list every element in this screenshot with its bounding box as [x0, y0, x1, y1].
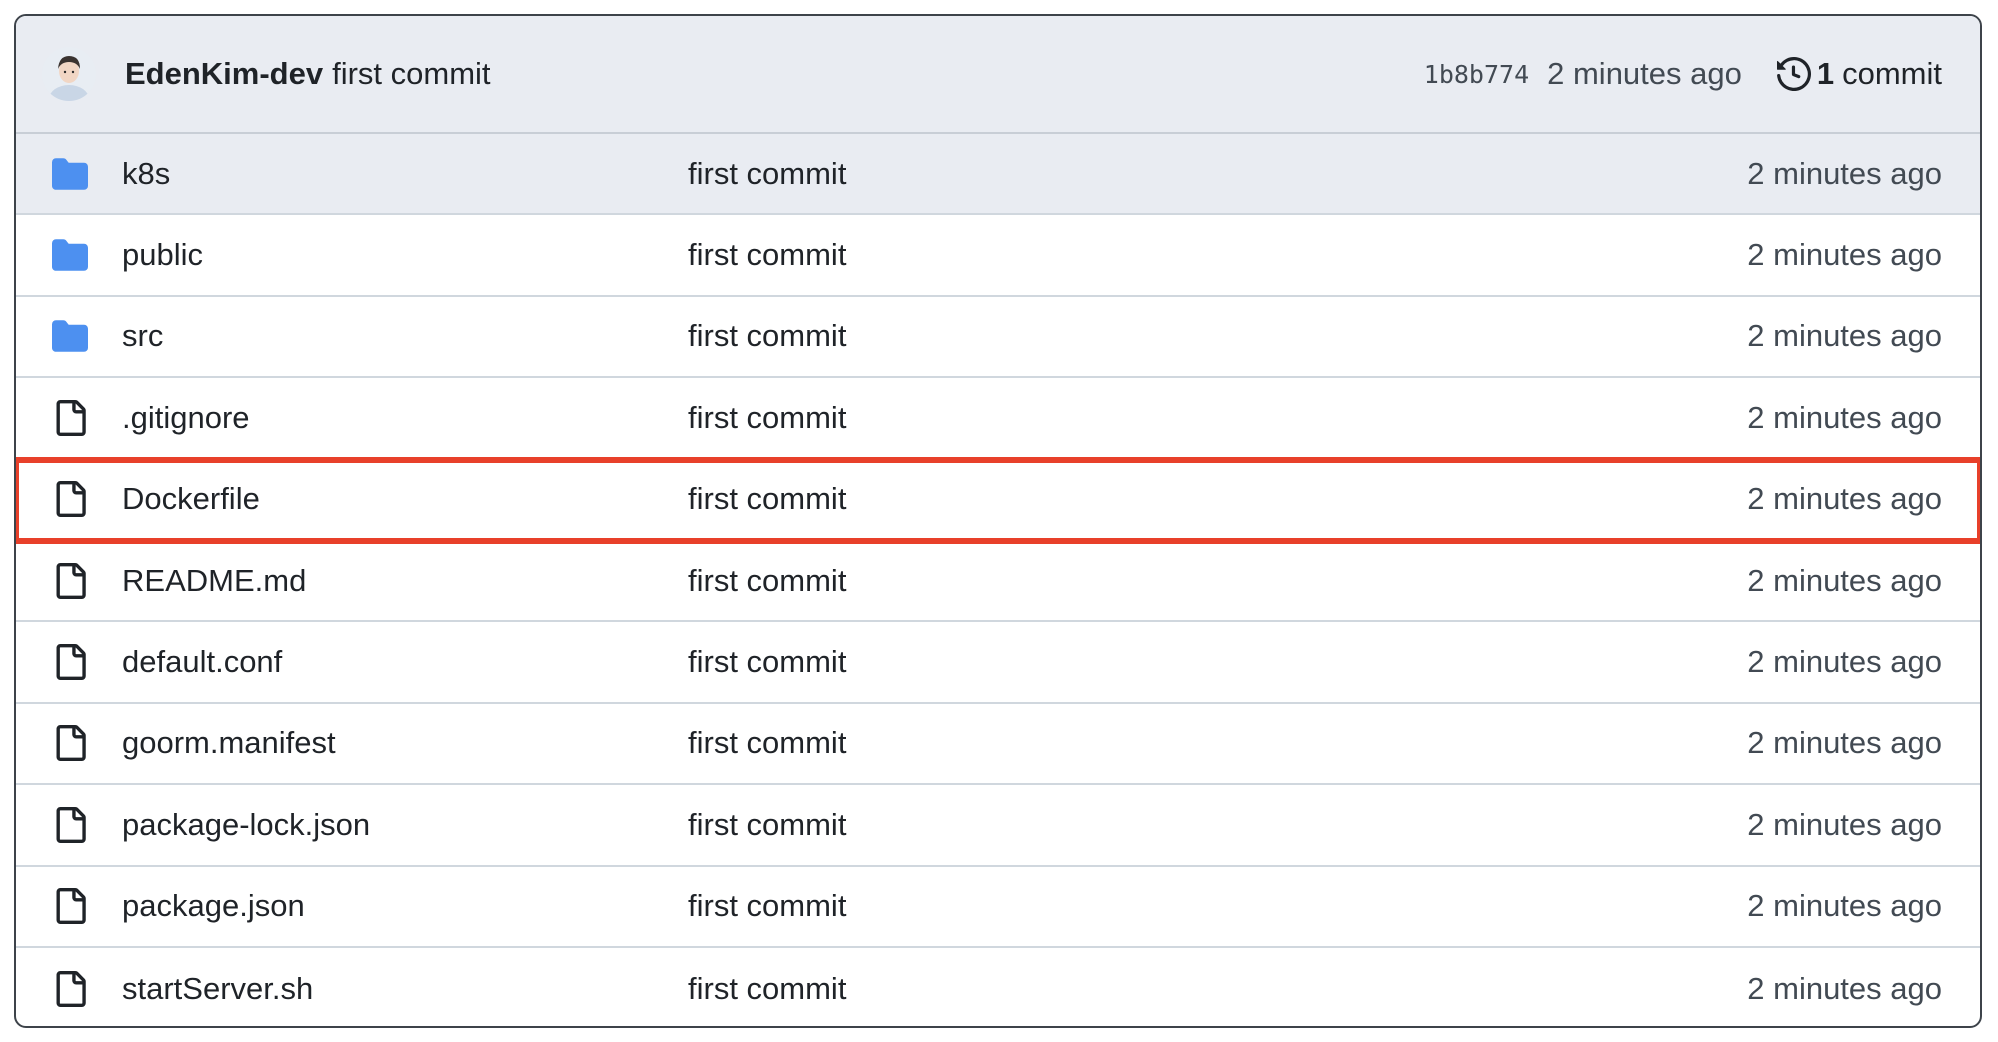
file-commit-link[interactable]: first commit	[688, 237, 846, 273]
file-row-dockerfile[interactable]: Dockerfile first commit 2 minutes ago	[16, 456, 1980, 544]
file-time: 2 minutes ago	[1747, 562, 1942, 598]
file-time: 2 minutes ago	[1747, 806, 1942, 842]
commit-history-link[interactable]: 1 commit	[1776, 56, 1942, 92]
file-row-k8s[interactable]: k8s first commit 2 minutes ago	[16, 134, 1980, 216]
file-commit-link[interactable]: first commit	[688, 644, 846, 680]
folder-icon	[52, 318, 88, 354]
file-row-goorm-manifest[interactable]: goorm.manifest first commit 2 minutes ag…	[16, 704, 1980, 786]
file-time: 2 minutes ago	[1747, 481, 1942, 517]
folder-icon	[52, 156, 88, 192]
file-time: 2 minutes ago	[1747, 155, 1942, 191]
file-row-gitignore[interactable]: .gitignore first commit 2 minutes ago	[16, 378, 1980, 460]
commit-author-link[interactable]: EdenKim-dev	[125, 56, 323, 92]
file-commit-link[interactable]: first commit	[688, 400, 846, 436]
file-time: 2 minutes ago	[1747, 725, 1942, 761]
file-time: 2 minutes ago	[1747, 399, 1942, 435]
file-commit-link[interactable]: first commit	[688, 807, 846, 843]
file-row-src[interactable]: src first commit 2 minutes ago	[16, 297, 1980, 379]
file-name-link[interactable]: README.md	[122, 563, 688, 599]
file-time: 2 minutes ago	[1747, 237, 1942, 273]
file-icon	[52, 481, 88, 518]
file-icon	[52, 562, 88, 599]
file-row-readme[interactable]: README.md first commit 2 minutes ago	[16, 541, 1980, 623]
file-row-package-lock[interactable]: package-lock.json first commit 2 minutes…	[16, 785, 1980, 867]
file-name-link[interactable]: default.conf	[122, 644, 688, 680]
file-time: 2 minutes ago	[1747, 644, 1942, 680]
history-icon	[1776, 57, 1811, 91]
file-name-link[interactable]: goorm.manifest	[122, 725, 688, 761]
file-name-link[interactable]: Dockerfile	[122, 481, 688, 517]
file-row-start-server[interactable]: startServer.sh first commit 2 minutes ag…	[16, 948, 1980, 1026]
file-name-link[interactable]: package-lock.json	[122, 807, 688, 843]
latest-commit-header: EdenKim-dev first commit 1b8b774 2 minut…	[16, 16, 1980, 134]
file-commit-link[interactable]: first commit	[688, 318, 846, 354]
file-time: 2 minutes ago	[1747, 970, 1942, 1006]
file-commit-link[interactable]: first commit	[688, 725, 846, 761]
file-icon	[52, 970, 88, 1007]
file-icon	[52, 644, 88, 681]
file-commit-link[interactable]: first commit	[688, 971, 846, 1007]
file-icon	[52, 725, 88, 762]
file-commit-link[interactable]: first commit	[688, 156, 846, 192]
file-rows: k8s first commit 2 minutes ago public fi…	[16, 134, 1980, 1026]
file-icon	[52, 888, 88, 925]
file-icon	[52, 399, 88, 436]
commit-count: 1	[1816, 56, 1835, 91]
file-name-link[interactable]: src	[122, 318, 688, 354]
file-icon	[52, 806, 88, 843]
file-time: 2 minutes ago	[1747, 318, 1942, 354]
file-commit-link[interactable]: first commit	[688, 563, 846, 599]
commit-sha-link[interactable]: 1b8b774	[1424, 60, 1529, 89]
file-name-link[interactable]: package.json	[122, 888, 688, 924]
file-name-link[interactable]: public	[122, 237, 688, 273]
file-name-link[interactable]: .gitignore	[122, 400, 688, 436]
file-commit-link[interactable]: first commit	[688, 481, 846, 517]
file-row-package-json[interactable]: package.json first commit 2 minutes ago	[16, 867, 1980, 948]
file-row-public[interactable]: public first commit 2 minutes ago	[16, 215, 1980, 297]
commit-message-link[interactable]: first commit	[332, 56, 490, 92]
folder-icon	[52, 237, 88, 273]
file-commit-link[interactable]: first commit	[688, 888, 846, 924]
file-name-link[interactable]: startServer.sh	[122, 971, 688, 1007]
file-time: 2 minutes ago	[1747, 888, 1942, 924]
user-avatar-icon	[42, 47, 96, 101]
avatar[interactable]	[42, 47, 96, 101]
file-list-box: EdenKim-dev first commit 1b8b774 2 minut…	[14, 14, 1982, 1028]
file-row-default-conf[interactable]: default.conf first commit 2 minutes ago	[16, 622, 1980, 704]
file-name-link[interactable]: k8s	[122, 156, 688, 192]
commit-count-label: commit	[1842, 56, 1942, 91]
commit-time: 2 minutes ago	[1547, 56, 1742, 91]
